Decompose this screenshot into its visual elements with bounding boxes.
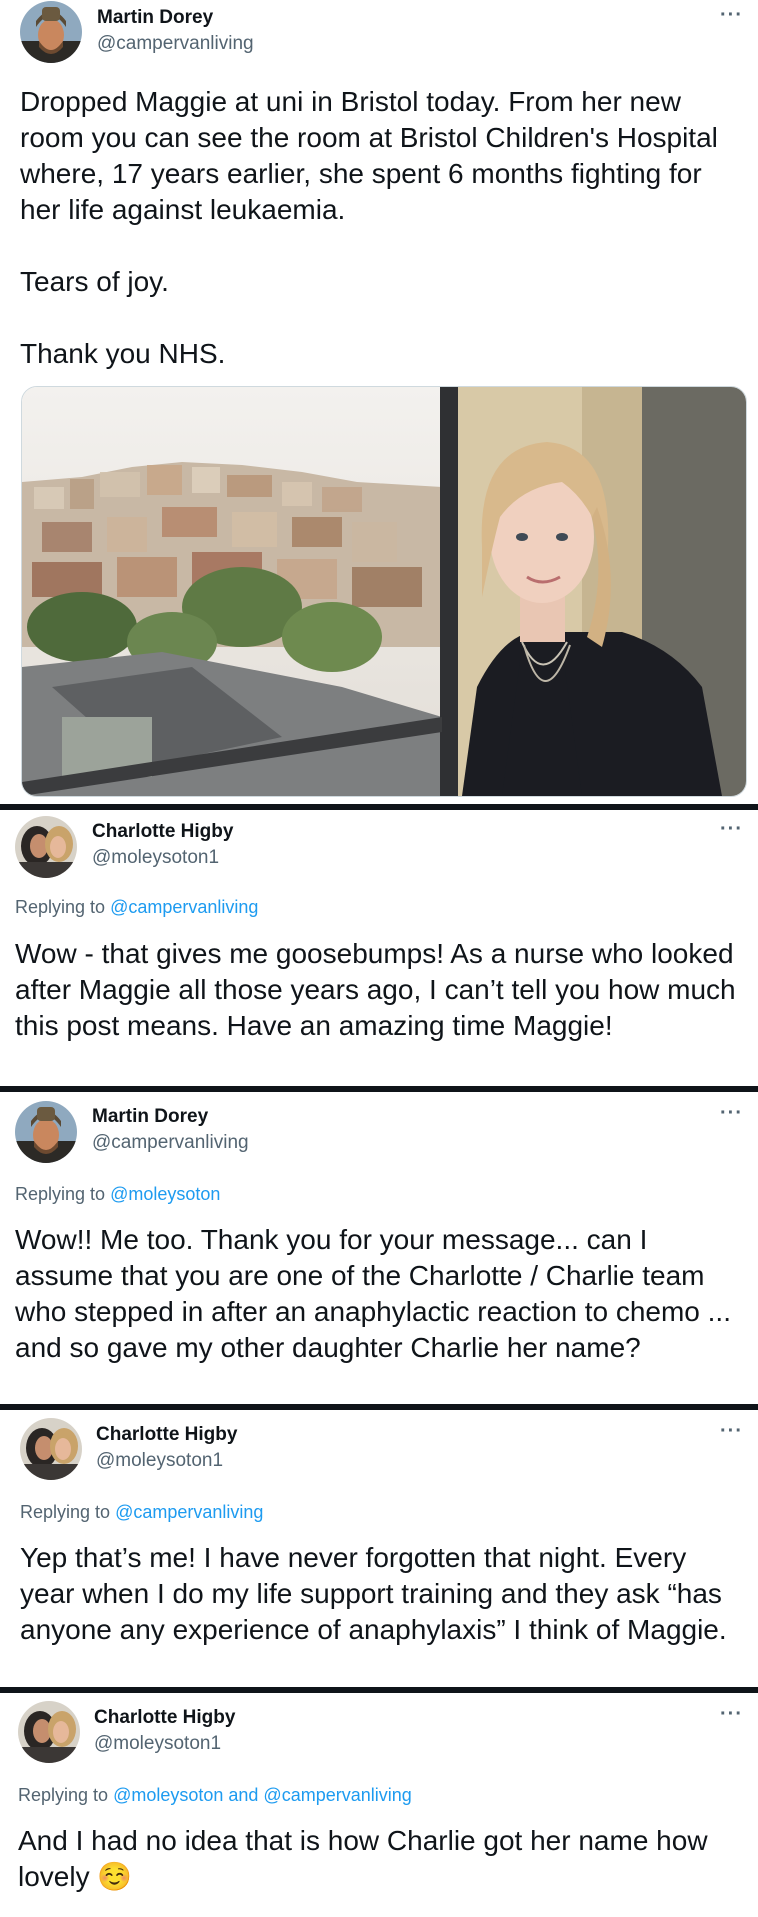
replying-to-label: Replying to (20, 1502, 111, 1522)
replying-to-link[interactable]: @moleysoton and @campervanliving (113, 1785, 412, 1805)
tweet-photo[interactable] (21, 386, 747, 797)
author-name[interactable]: Charlotte Higby (96, 1424, 237, 1446)
author-name[interactable]: Charlotte Higby (94, 1707, 235, 1729)
replying-to-link[interactable]: @moleysoton (110, 1184, 220, 1204)
replying-to-label: Replying to (15, 1184, 106, 1204)
tweet-charlotte-higby-reply-1: Charlotte Higby @moleysoton1 ··· Replyin… (0, 810, 758, 1086)
tweet-charlotte-higby-reply-2: Charlotte Higby @moleysoton1 ··· Replyin… (0, 1410, 758, 1687)
replying-to-link[interactable]: @campervanliving (110, 897, 258, 917)
author-handle[interactable]: @campervanliving (97, 33, 254, 55)
replying-to: Replying to @campervanliving (15, 897, 258, 918)
tweet-martin-dorey-original: Martin Dorey @campervanliving ··· Droppe… (0, 0, 758, 804)
avatar[interactable] (15, 1101, 77, 1163)
more-options-icon[interactable]: ··· (720, 1703, 743, 1726)
avatar[interactable] (20, 1418, 82, 1480)
replying-to-link[interactable]: @campervanliving (115, 1502, 263, 1522)
avatar[interactable] (15, 816, 77, 878)
avatar[interactable] (20, 1, 82, 63)
replying-to: Replying to @moleysoton (15, 1184, 220, 1205)
author-name[interactable]: Martin Dorey (92, 1106, 208, 1128)
author-handle[interactable]: @moleysoton1 (92, 847, 219, 869)
author-handle[interactable]: @moleysoton1 (94, 1733, 221, 1755)
author-name[interactable]: Charlotte Higby (92, 821, 233, 843)
replying-to: Replying to @moleysoton and @campervanli… (18, 1785, 412, 1806)
tweet-text: Wow!! Me too. Thank you for your message… (15, 1224, 731, 1363)
author-handle[interactable]: @campervanliving (92, 1132, 249, 1154)
tweet-martin-dorey-reply: Martin Dorey @campervanliving ··· Replyi… (0, 1092, 758, 1404)
avatar[interactable] (18, 1701, 80, 1763)
tweet-charlotte-higby-reply-3: Charlotte Higby @moleysoton1 ··· Replyin… (0, 1693, 758, 1917)
tweet-text: Dropped Maggie at uni in Bristol today. … (20, 86, 718, 369)
tweet-text: Yep that’s me! I have never forgotten th… (20, 1542, 727, 1645)
more-options-icon[interactable]: ··· (720, 1102, 743, 1125)
replying-to-label: Replying to (15, 897, 106, 917)
tweet-text: And I had no idea that is how Charlie go… (18, 1825, 708, 1892)
author-name[interactable]: Martin Dorey (97, 7, 213, 29)
author-handle[interactable]: @moleysoton1 (96, 1450, 223, 1472)
tweet-text: Wow - that gives me goosebumps! As a nur… (15, 938, 736, 1041)
more-options-icon[interactable]: ··· (720, 818, 743, 841)
more-options-icon[interactable]: ··· (720, 4, 743, 27)
replying-to: Replying to @campervanliving (20, 1502, 263, 1523)
replying-to-label: Replying to (18, 1785, 109, 1805)
more-options-icon[interactable]: ··· (720, 1420, 743, 1443)
